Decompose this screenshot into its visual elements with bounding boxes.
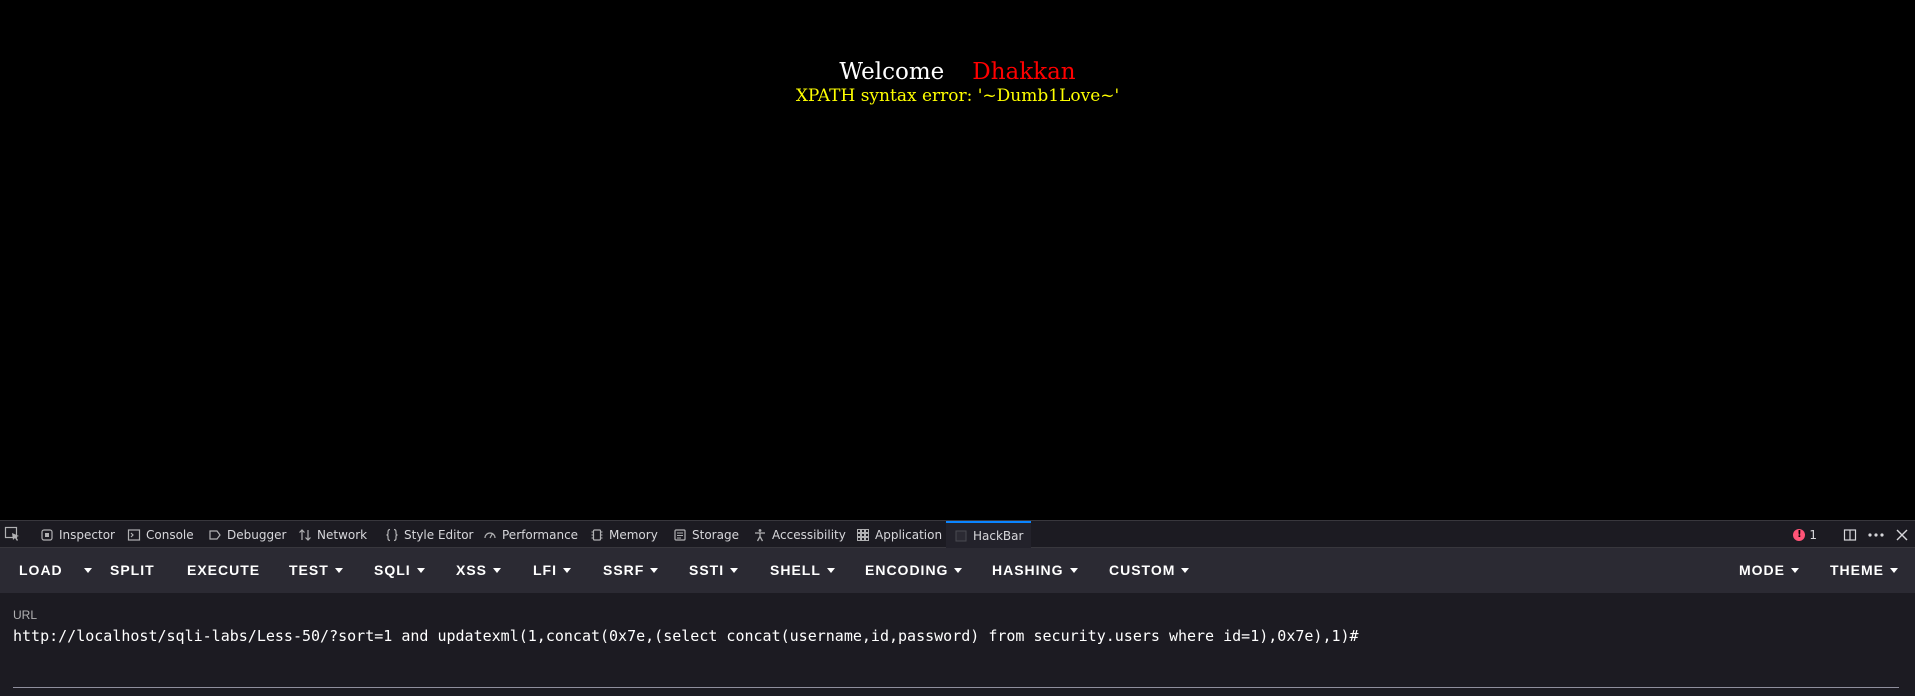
menu-label: TEST [289, 562, 329, 578]
inspector-icon [40, 528, 54, 542]
tab-label: Memory [609, 527, 658, 542]
tab-label: Style Editor [404, 527, 474, 542]
encoding-menu[interactable]: ENCODING [865, 548, 963, 593]
split-button[interactable]: SPLIT [110, 548, 155, 593]
web-page-content: Welcome Dhakkan XPATH syntax error: '~Dum… [0, 0, 1915, 520]
hashing-menu[interactable]: HASHING [992, 548, 1078, 593]
custom-menu[interactable]: CUSTOM [1109, 548, 1190, 593]
tab-application[interactable]: Application [856, 521, 942, 548]
test-menu[interactable]: TEST [289, 548, 343, 593]
execute-button[interactable]: EXECUTE [187, 548, 260, 593]
lfi-menu[interactable]: LFI [533, 548, 571, 593]
tab-label: Application [875, 527, 943, 542]
chevron-down-icon [563, 567, 571, 573]
menu-label: XSS [456, 562, 488, 578]
error-icon: ! [1793, 528, 1806, 541]
dock-toggle-icon[interactable] [1837, 525, 1863, 545]
memory-icon [590, 528, 604, 542]
tab-inspector[interactable]: Inspector [40, 521, 115, 548]
tab-hackbar[interactable]: HackBar [946, 521, 1032, 548]
tab-storage[interactable]: Storage [673, 521, 739, 548]
hackbar-icon [954, 529, 968, 543]
xss-menu[interactable]: XSS [456, 548, 502, 593]
url-input-underline [13, 687, 1899, 688]
element-picker-icon[interactable] [4, 526, 22, 542]
tab-performance[interactable]: Performance [483, 521, 578, 548]
menu-label: SSRF [603, 562, 645, 578]
tab-console[interactable]: Console [127, 521, 194, 548]
ssti-menu[interactable]: SSTI [689, 548, 739, 593]
chevron-down-icon [650, 567, 659, 573]
chevron-down-icon [954, 567, 963, 573]
sqli-menu[interactable]: SQLI [374, 548, 425, 593]
menu-label: HASHING [992, 562, 1064, 578]
username-text: Dhakkan [972, 59, 1076, 85]
chevron-down-icon [493, 567, 502, 573]
menu-label: THEME [1830, 562, 1884, 578]
menu-label: CUSTOM [1109, 562, 1176, 578]
close-icon[interactable] [1889, 525, 1915, 545]
storage-icon [673, 528, 687, 542]
debugger-icon [208, 528, 222, 542]
welcome-text: Welcome [839, 59, 945, 85]
network-icon [298, 528, 312, 542]
ssrf-menu[interactable]: SSRF [603, 548, 659, 593]
theme-menu[interactable]: THEME [1830, 548, 1898, 593]
hackbar-menu: LOAD SPLIT EXECUTE TEST SQLI XSS LFI SSR… [0, 548, 1915, 593]
url-section: URL http://localhost/sqli-labs/Less-50/?… [0, 593, 1915, 696]
chevron-down-icon [730, 567, 739, 573]
tab-label: Inspector [59, 527, 115, 542]
chevron-down-icon [416, 567, 425, 573]
application-icon [856, 528, 870, 542]
menu-label: SHELL [770, 562, 821, 578]
tab-label: Console [146, 527, 194, 542]
devtools-toolbar: Inspector Console Debugger Network Style… [0, 520, 1915, 548]
tab-style-editor[interactable]: Style Editor [385, 521, 473, 548]
tab-label: Network [317, 527, 368, 542]
mode-menu[interactable]: MODE [1739, 548, 1799, 593]
load-button[interactable]: LOAD [19, 548, 63, 593]
accessibility-icon [753, 528, 767, 542]
chevron-down-icon [1181, 567, 1190, 573]
xpath-error-text: XPATH syntax error: '~Dumb1Love~' [795, 86, 1120, 106]
menu-label: ENCODING [865, 562, 949, 578]
error-count: 1 [1809, 527, 1817, 542]
error-count-badge[interactable]: ! 1 [1793, 528, 1817, 542]
menu-label: SSTI [689, 562, 725, 578]
menu-label: MODE [1739, 562, 1785, 578]
shell-menu[interactable]: SHELL [770, 548, 835, 593]
console-icon [127, 528, 141, 542]
menu-label: SQLI [374, 562, 411, 578]
tab-accessibility[interactable]: Accessibility [753, 521, 846, 548]
style-editor-icon [385, 528, 399, 542]
more-options-icon[interactable] [1863, 525, 1889, 545]
tab-label: Storage [692, 527, 739, 542]
chevron-down-icon [334, 567, 343, 573]
welcome-line: Welcome Dhakkan [0, 58, 1915, 86]
performance-icon [483, 528, 497, 542]
tab-memory[interactable]: Memory [590, 521, 658, 548]
chevron-down-icon [1890, 567, 1898, 573]
tab-label: Performance [502, 527, 579, 542]
load-dropdown-button[interactable] [78, 548, 92, 593]
chevron-down-icon [826, 567, 835, 573]
url-input[interactable]: http://localhost/sqli-labs/Less-50/?sort… [13, 625, 1893, 647]
chevron-down-icon [84, 567, 92, 573]
devtools-right-controls: ! 1 [1793, 521, 1915, 548]
tab-label: Debugger [227, 527, 287, 542]
tab-debugger[interactable]: Debugger [208, 521, 286, 548]
tab-network[interactable]: Network [298, 521, 367, 548]
url-field-label: URL [13, 608, 38, 622]
menu-label: LFI [533, 562, 557, 578]
chevron-down-icon [1791, 567, 1799, 573]
tab-label: Accessibility [772, 527, 846, 542]
chevron-down-icon [1069, 567, 1078, 573]
tab-label: HackBar [973, 528, 1024, 543]
devtools-panel: Inspector Console Debugger Network Style… [0, 520, 1915, 696]
